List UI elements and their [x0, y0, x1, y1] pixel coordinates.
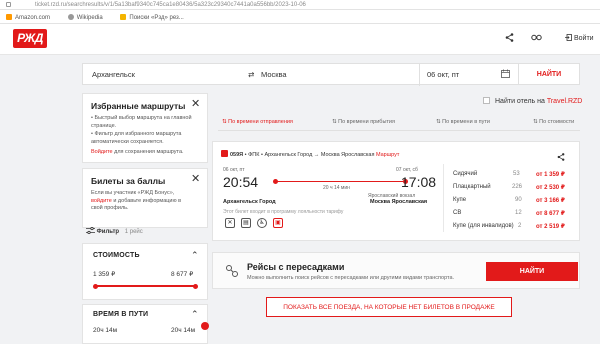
from-field[interactable]: Архангельск — [92, 64, 242, 86]
bonus-login-link[interactable]: войдите — [91, 198, 112, 204]
class-seats: 226 — [512, 184, 523, 190]
close-icon[interactable]: ✕ — [191, 97, 200, 110]
cost-max: 8 677 ₽ — [171, 271, 194, 278]
loyalty-note: Этот билет входит в программу лояльности… — [223, 209, 344, 215]
rzd-logo[interactable]: РЖД — [13, 29, 47, 48]
class-name[interactable]: Плацкартный — [453, 184, 491, 190]
bookmark-rzd[interactable]: Поиски «Рзд» рез... — [120, 14, 191, 21]
class-price[interactable]: от 2 530 ₽ — [536, 184, 565, 191]
sort-bar: ⇅ По времени отправления ⇅ По времени пр… — [218, 117, 580, 131]
class-name[interactable]: Сидячий — [453, 171, 477, 177]
swap-icon[interactable]: ⇄ — [248, 64, 254, 86]
time-title: ВРЕМЯ В ПУТИ — [93, 311, 149, 318]
login-icon — [565, 34, 572, 41]
url-text[interactable]: ticket.rzd.ru/searchresults/v/1/5a13baf9… — [35, 2, 306, 8]
transfer-search-button[interactable]: НАЙТИ — [486, 262, 578, 281]
duration: 20 ч 14 мин — [323, 185, 350, 191]
search-button[interactable]: НАЙТИ — [518, 63, 580, 85]
chat-icon[interactable] — [201, 322, 209, 330]
login-button[interactable]: Войти — [565, 34, 594, 42]
departure-date: 06 окт, пт — [223, 167, 245, 173]
train-brand-icon — [221, 150, 228, 157]
bookmarks-bar: Amazon.com Wikipedia Поиски «Рзд» рез... — [0, 10, 600, 24]
hotel-checkbox[interactable] — [483, 97, 490, 104]
share-icon[interactable] — [505, 33, 514, 45]
sort-departure[interactable]: ⇅ По времени отправления — [222, 119, 293, 125]
class-name[interactable]: Купе — [453, 197, 466, 203]
arrival-time: 17:08 — [401, 174, 437, 190]
arrival-date: 07 окт, сб — [396, 167, 418, 173]
favorites-panel: Избранные маршруты ✕ • Быстрый выбор мар… — [82, 93, 208, 163]
filter-count: 1 рейс — [124, 229, 143, 235]
class-seats: 90 — [515, 197, 522, 203]
favorites-login-link[interactable]: Войдите — [91, 149, 113, 155]
search-form: Архангельск ⇄ Москва 06 окт, пт — [82, 63, 580, 86]
travel-rzd-link[interactable]: Travel.RZD — [547, 98, 583, 105]
to-field[interactable]: Москва — [261, 64, 411, 86]
transfer-icon — [225, 264, 239, 283]
class-seats: 12 — [515, 210, 522, 216]
amazon-icon — [6, 14, 12, 20]
chevron-up-icon[interactable]: ⌃ — [191, 309, 199, 320]
class-price[interactable]: от 1 359 ₽ — [536, 171, 565, 178]
accessibility-icon[interactable] — [531, 33, 542, 45]
class-price[interactable]: от 2 519 ₽ — [536, 223, 565, 230]
chevron-up-icon[interactable]: ⌃ — [191, 250, 199, 261]
favorites-title: Избранные маршруты — [91, 101, 186, 111]
wikipedia-icon — [67, 14, 74, 20]
transfer-title: Рейсы с пересадками — [247, 262, 345, 272]
class-seats: 53 — [513, 171, 520, 177]
cost-slider-track — [95, 285, 195, 287]
filter-icon — [86, 226, 97, 235]
route-link[interactable]: Маршрут — [376, 152, 399, 158]
departure-time: 20:54 — [223, 174, 259, 190]
hotel-option[interactable]: Найти отель на Travel.RZD — [483, 97, 582, 105]
route-line — [275, 181, 405, 182]
class-price[interactable]: от 3 166 ₽ — [536, 197, 565, 204]
baggage-icon: ▤ — [241, 218, 251, 228]
wheelchair-icon: ♿ — [257, 218, 267, 228]
class-name[interactable]: СВ — [453, 210, 461, 216]
bookmark-wikipedia[interactable]: Wikipedia — [67, 14, 111, 21]
lock-icon — [6, 2, 11, 7]
train-header: 059Я • ФПК • Архангельск Город → Москва … — [221, 150, 399, 158]
filter-toggle[interactable]: Фильтр 1 рейс — [86, 226, 143, 235]
close-icon[interactable]: ✕ — [191, 172, 200, 185]
list-item: • Фильтр для избранного маршрута автомат… — [91, 131, 182, 145]
folder-icon — [120, 14, 127, 20]
show-all-trains-button[interactable]: ПОКАЗАТЬ ВСЕ ПОЕЗДА, НА КОТОРЫЕ НЕТ БИЛЕ… — [266, 297, 512, 317]
class-price[interactable]: от 8 677 ₽ — [536, 210, 565, 217]
departure-station: Архангельск Город — [223, 199, 276, 205]
class-name[interactable]: Купе (для инвалидов) — [453, 223, 514, 229]
train-card: 059Я • ФПК • Архангельск Город → Москва … — [212, 141, 580, 241]
sort-price[interactable]: ⇅ По стоимости — [533, 119, 574, 125]
cost-slider-min-handle[interactable] — [93, 283, 98, 289]
cost-min: 1 359 ₽ — [93, 271, 116, 278]
bonus-panel: Билеты за баллы ✕ Если вы участник «РЖД … — [82, 168, 208, 228]
address-bar[interactable]: ticket.rzd.ru/searchresults/v/1/5a13baf9… — [0, 0, 600, 10]
time-min: 20ч 14м — [93, 327, 118, 334]
share-icon[interactable] — [557, 148, 565, 166]
cost-title: СТОИМОСТЬ — [93, 252, 140, 259]
class-seats: 2 — [518, 223, 522, 229]
sort-duration[interactable]: ⇅ По времени в пути — [436, 119, 490, 125]
date-field[interactable]: 06 окт, пт — [419, 64, 509, 86]
calendar-icon[interactable] — [501, 64, 510, 86]
cutlery-icon: ✕ — [225, 218, 235, 228]
bonus-title: Билеты за баллы — [91, 176, 166, 186]
time-filter: ВРЕМЯ В ПУТИ ⌃ 20ч 14м 20ч 14м — [82, 304, 208, 344]
transfer-subtitle: Можно выполнить поиск рейсов с пересадка… — [247, 275, 455, 281]
bookmark-amazon[interactable]: Amazon.com — [6, 14, 58, 21]
cost-filter: СТОИМОСТЬ ⌃ 1 359 ₽ 8 677 ₽ — [82, 243, 208, 300]
time-max: 20ч 14м — [171, 327, 196, 334]
gift-icon: ▣ — [273, 218, 283, 228]
arrival-station: Москва Ярославская — [370, 199, 428, 205]
cost-slider-max-handle[interactable] — [193, 283, 198, 289]
site-header: РЖД Войти — [0, 24, 600, 55]
list-item: • Быстрый выбор маршрута на главной стра… — [91, 115, 192, 129]
sort-arrival[interactable]: ⇅ По времени прибытия — [332, 119, 395, 125]
